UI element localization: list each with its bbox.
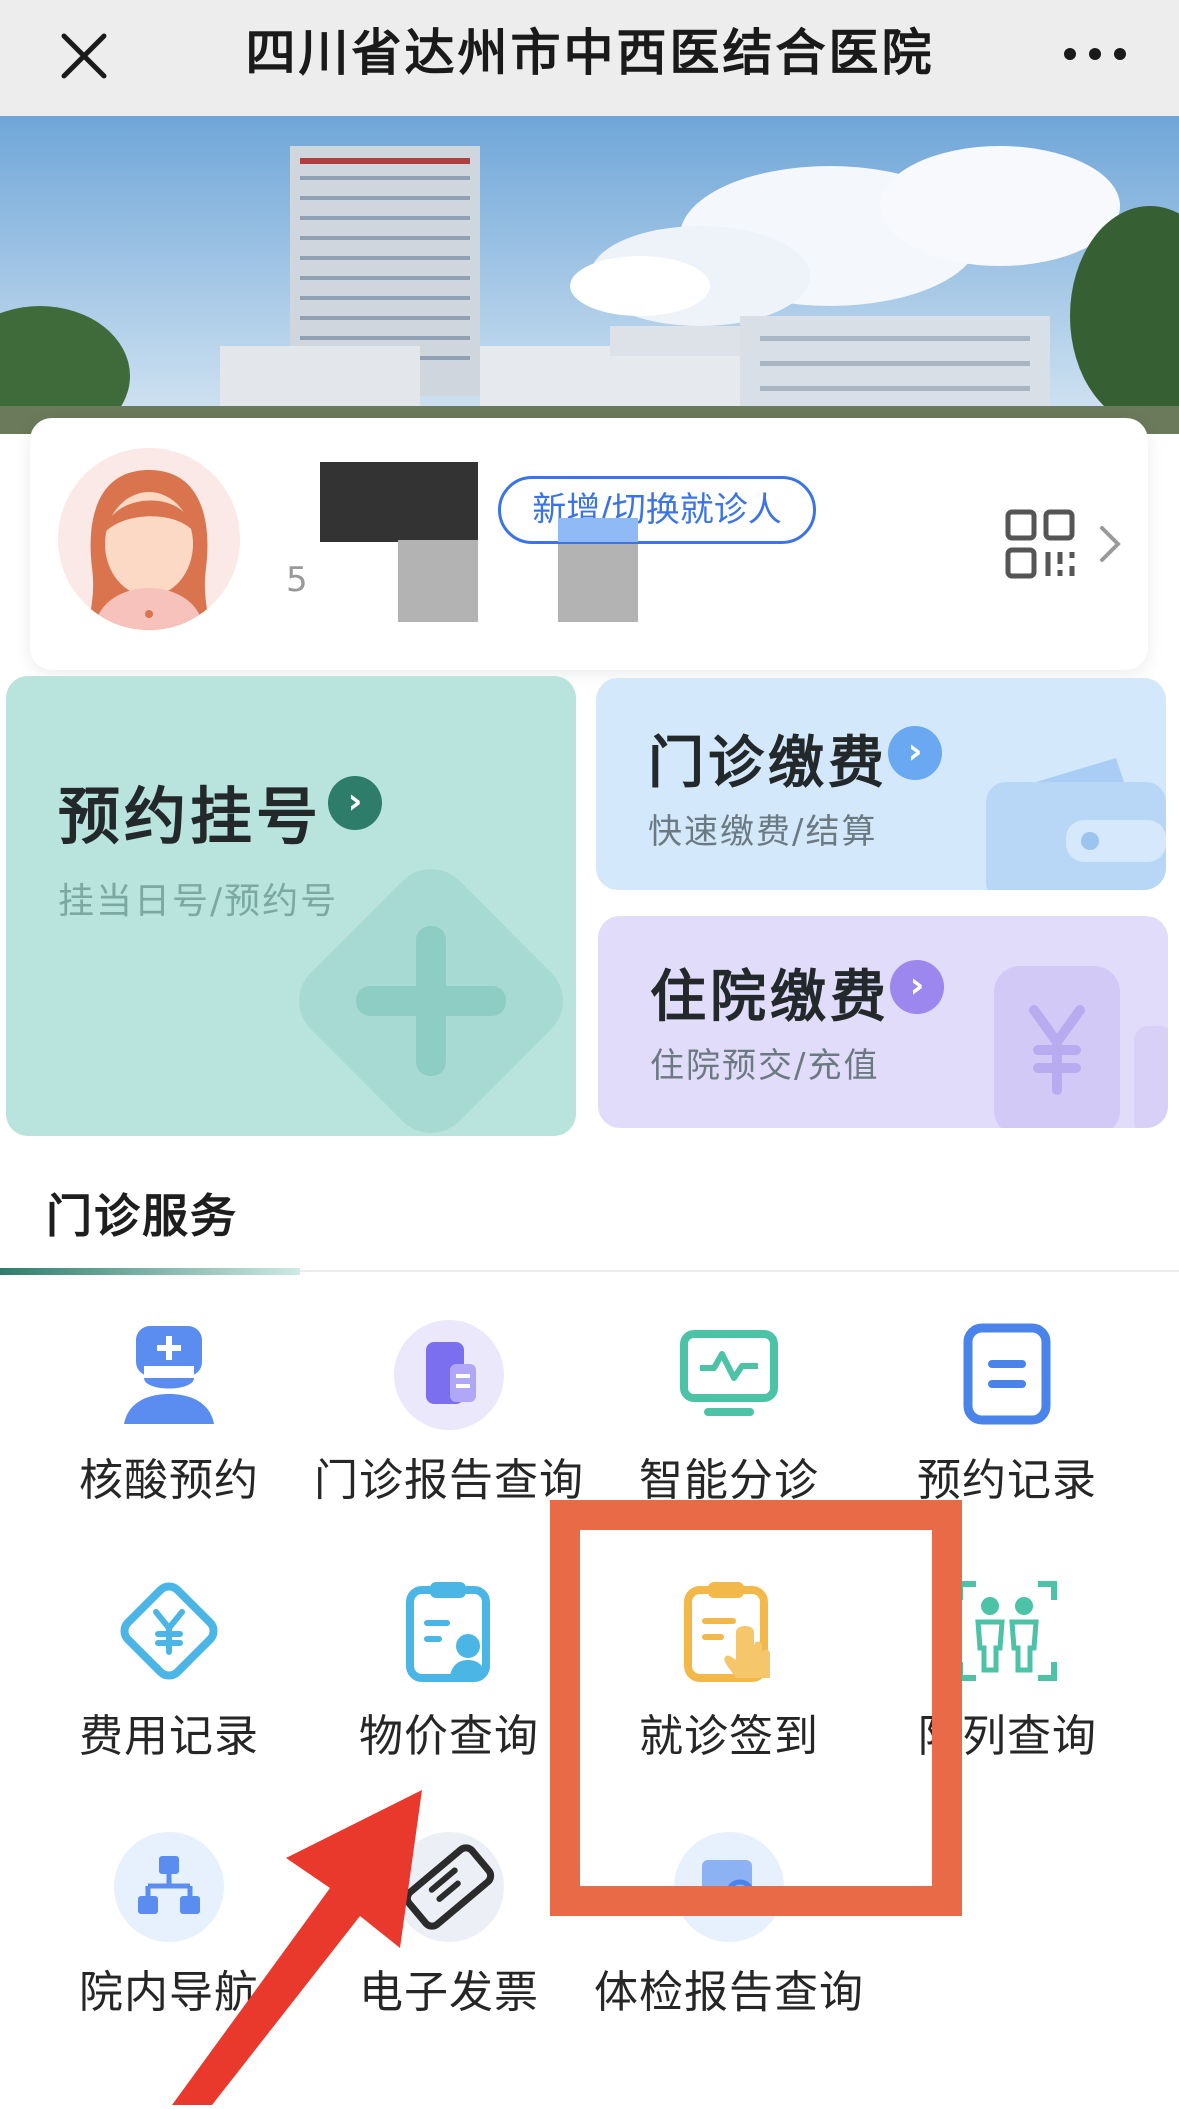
yen-diamond-icon [114, 1576, 224, 1686]
inpatient-payment-tile[interactable]: 住院缴费 › 住院预交/充值 [598, 916, 1168, 1128]
red-arrow-icon [160, 1780, 460, 2105]
service-label: 核酸预约 [79, 1455, 259, 1506]
redacted-info [558, 518, 638, 542]
chevron-right-icon[interactable] [1096, 522, 1124, 566]
outpatient-payment-subtitle: 快速缴费/结算 [648, 812, 878, 852]
hospital-banner-image [0, 116, 1179, 434]
people-queue-icon [952, 1576, 1062, 1686]
monitor-icon [674, 1320, 784, 1430]
service-label: 体检报告查询 [594, 1967, 864, 2018]
doctor-icon [114, 1320, 224, 1430]
service-label: 门诊报告查询 [314, 1455, 584, 1506]
service-label: 预约记录 [917, 1455, 1097, 1506]
highlight-box [550, 1500, 962, 1916]
redacted-name [320, 462, 478, 542]
section-underline [0, 1268, 300, 1275]
avatar [58, 448, 240, 630]
more-options-icon[interactable] [1060, 24, 1130, 84]
outpatient-payment-tile[interactable]: 门诊缴费 › 快速缴费/结算 [596, 678, 1166, 890]
chevron-right-icon: › [890, 960, 944, 1014]
qr-code-icon[interactable] [1004, 508, 1076, 580]
close-icon[interactable] [50, 22, 118, 90]
document-list-icon [952, 1320, 1062, 1430]
service-item-smart-triage[interactable]: 智能分诊 [584, 1320, 874, 1508]
chevron-right-icon: › [328, 776, 382, 830]
phone-report-icon [394, 1320, 504, 1430]
redacted-info [398, 540, 478, 622]
page-title: 四川省达州市中西医结合医院 [245, 24, 935, 82]
registration-title: 预约挂号 [58, 780, 323, 853]
service-item-nucleic-acid[interactable]: 核酸预约 [24, 1320, 314, 1508]
patient-id-fragment: 5 [286, 560, 308, 600]
registration-subtitle: 挂当日号/预约号 [58, 881, 339, 922]
service-label: 费用记录 [79, 1711, 259, 1762]
service-item-appointment-records[interactable]: 预约记录 [862, 1320, 1152, 1508]
switch-patient-button[interactable]: 新增/切换就诊人 [498, 476, 816, 544]
service-item-fee-records[interactable]: 费用记录 [24, 1576, 314, 1764]
inpatient-payment-subtitle: 住院预交/充值 [650, 1046, 880, 1086]
clipboard-search-icon [394, 1576, 504, 1686]
outpatient-payment-title: 门诊缴费 [648, 731, 888, 796]
registration-tile[interactable]: 预约挂号 › 挂当日号/预约号 [6, 676, 576, 1136]
section-title: 门诊服务 [46, 1189, 238, 1243]
service-label: 智能分诊 [639, 1455, 819, 1506]
inpatient-payment-title: 住院缴费 [650, 965, 890, 1030]
service-item-outpatient-report[interactable]: 门诊报告查询 [304, 1320, 594, 1508]
chevron-right-icon: › [888, 726, 942, 780]
